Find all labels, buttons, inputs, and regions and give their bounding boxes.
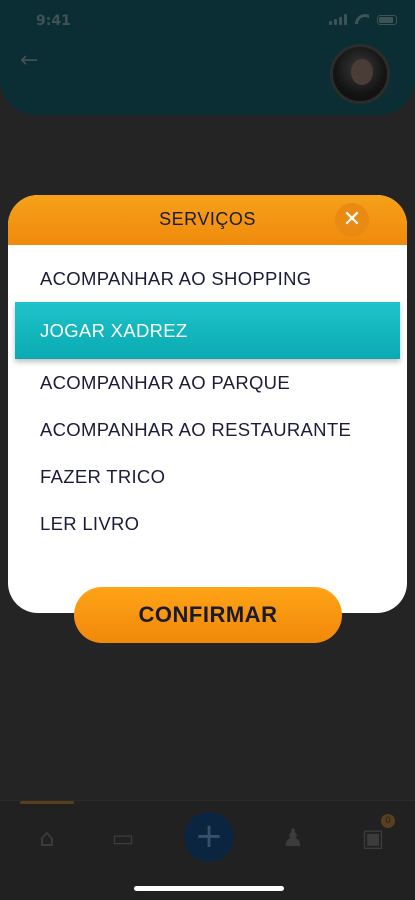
battery-icon [377,15,397,25]
avatar[interactable] [330,44,390,104]
service-item-ler-livro[interactable]: LER LIVRO [8,500,407,547]
calendar-icon[interactable]: ▭ [108,823,138,853]
service-item-acompanhar-shopping[interactable]: ACOMPANHAR AO SHOPPING [8,255,407,302]
modal-header: SERVIÇOS ✕ [8,195,407,245]
notification-icon[interactable]: ♟ [278,823,308,853]
back-arrow-icon[interactable]: ← [20,48,38,73]
service-item-fazer-trico[interactable]: FAZER TRICO [8,453,407,500]
confirm-button[interactable]: CONFIRMAR [74,587,342,643]
service-item-acompanhar-parque[interactable]: ACOMPANHAR AO PARQUE [8,359,407,406]
app-header: 9:41 ← [0,0,415,115]
status-icons [329,14,397,25]
home-indicator [134,886,284,891]
close-button[interactable]: ✕ [335,203,369,237]
service-item-jogar-xadrez[interactable]: JOGAR XADREZ [15,302,400,359]
service-item-acompanhar-restaurante[interactable]: ACOMPANHAR AO RESTAURANTE [8,406,407,453]
add-button[interactable]: + [184,812,234,862]
nav-active-indicator [20,801,74,804]
inbox-badge: 0 [381,814,395,828]
home-icon[interactable]: ⌂ [32,823,62,853]
close-icon: ✕ [342,207,362,232]
signal-icon [329,14,347,25]
service-list: ACOMPANHAR AO SHOPPING JOGAR XADREZ ACOM… [8,255,407,547]
wifi-icon [355,14,369,25]
status-time: 9:41 [36,13,71,29]
inbox-icon[interactable]: ▣ [358,823,388,853]
screen: 9:41 ← SERVIÇOS ✕ ACOMPANHAR AO SHOPPING… [0,0,415,900]
services-modal: SERVIÇOS ✕ ACOMPANHAR AO SHOPPING JOGAR … [8,195,407,613]
